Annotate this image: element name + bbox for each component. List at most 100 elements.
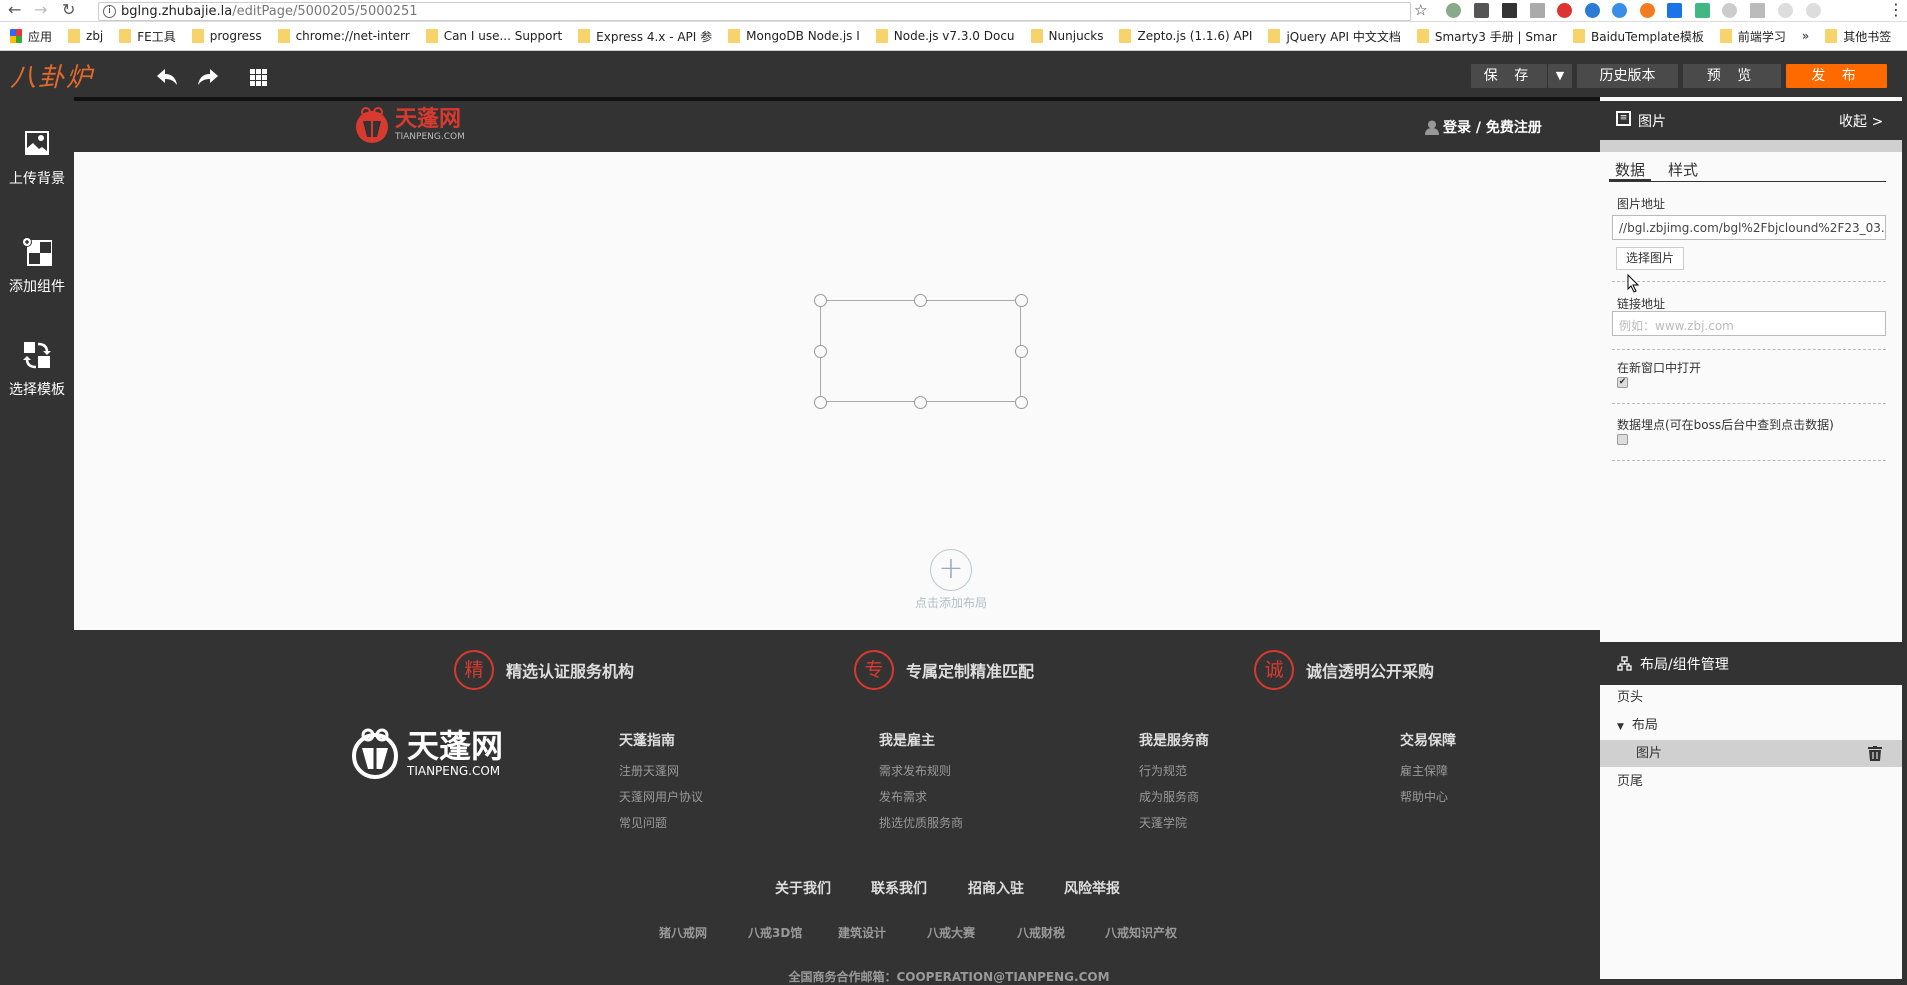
bookmark-item[interactable]: Can I use... Support xyxy=(425,29,562,43)
bookmark-item[interactable]: MongoDB Node.js I xyxy=(728,29,860,43)
tab-data[interactable]: 数据 xyxy=(1615,159,1645,180)
grid-icon[interactable] xyxy=(250,69,268,87)
extension-icon[interactable] xyxy=(1722,3,1737,18)
footer-link[interactable]: 行为规范 xyxy=(1139,762,1209,779)
redo-icon[interactable] xyxy=(197,68,219,86)
footer-link[interactable]: 常见问题 xyxy=(619,814,703,831)
resize-handle[interactable] xyxy=(914,396,927,409)
link-url-input[interactable]: 例如：www.zbj.com xyxy=(1612,311,1886,336)
partner-link[interactable]: 八戒3D馆 xyxy=(748,924,802,941)
extension-icon[interactable] xyxy=(1557,3,1572,18)
sidebar-item-choose-template[interactable]: 选择模板 xyxy=(0,341,74,399)
resize-handle[interactable] xyxy=(914,294,927,307)
reload-icon[interactable]: ↻ xyxy=(62,0,75,19)
login-register-link[interactable]: 登录 / 免费注册 xyxy=(1425,117,1542,137)
sidebar-item-add-component[interactable]: 添加组件 xyxy=(0,237,74,296)
collapse-button[interactable]: 收起 > xyxy=(1839,111,1883,131)
extension-icon[interactable] xyxy=(1750,3,1765,18)
tree-item-header[interactable]: 页头 xyxy=(1600,684,1902,711)
partner-link[interactable]: 八戒知识产权 xyxy=(1105,924,1177,941)
resize-handle[interactable] xyxy=(1015,396,1028,409)
image-url-input[interactable]: //bgl.zbjimg.com/bgl%2Fbjclound%2F23_03. xyxy=(1612,215,1886,240)
extension-icon[interactable] xyxy=(1446,3,1461,18)
forward-icon[interactable]: → xyxy=(34,0,47,19)
choose-image-button[interactable]: 选择图片 xyxy=(1616,247,1684,270)
footer-link[interactable]: 帮助中心 xyxy=(1400,788,1456,805)
bookmark-icon xyxy=(425,29,438,43)
partner-link[interactable]: 猪八戒网 xyxy=(659,924,707,941)
footer-link[interactable]: 发布需求 xyxy=(879,788,963,805)
footer-link[interactable]: 挑选优质服务商 xyxy=(879,814,963,831)
bookmark-item[interactable]: zbj xyxy=(68,29,103,43)
resize-handle[interactable] xyxy=(814,294,827,307)
extension-icon[interactable] xyxy=(1474,3,1489,18)
footer-main-link[interactable]: 招商入驻 xyxy=(968,878,1024,898)
extension-icon[interactable] xyxy=(1778,3,1793,18)
footer-main-link[interactable]: 风险举报 xyxy=(1064,878,1120,898)
site-logo[interactable]: 天蓬网 TIANPENG.COM xyxy=(353,106,465,144)
footer-link[interactable]: 天蓬网用户协议 xyxy=(619,788,703,805)
bookmark-item[interactable]: 前端学习 xyxy=(1719,28,1786,45)
new-window-checkbox[interactable]: ✔ xyxy=(1617,377,1628,388)
footer-link[interactable]: 雇主保障 xyxy=(1400,762,1456,779)
footer-link[interactable]: 注册天蓬网 xyxy=(619,762,703,779)
footer-link[interactable]: 需求发布规则 xyxy=(879,762,963,779)
extension-icon[interactable] xyxy=(1640,3,1655,18)
mail-icon[interactable] xyxy=(1530,3,1545,18)
extension-icon[interactable] xyxy=(1612,3,1627,18)
footer-link[interactable]: 成为服务商 xyxy=(1139,788,1209,805)
history-button[interactable]: 历史版本 xyxy=(1577,64,1678,88)
extension-icon[interactable] xyxy=(1667,3,1682,18)
star-icon[interactable]: ☆ xyxy=(1414,1,1427,19)
save-dropdown-button[interactable]: ▼ xyxy=(1548,64,1572,88)
publish-button[interactable]: 发 布 xyxy=(1786,64,1887,88)
extension-icon[interactable] xyxy=(1806,3,1821,18)
partner-link[interactable]: 八戒财税 xyxy=(1017,924,1065,941)
preview-button[interactable]: 预 览 xyxy=(1683,64,1781,88)
undo-icon[interactable] xyxy=(156,68,178,86)
app-logo: 八卦炉 xyxy=(10,63,95,93)
resize-handle[interactable] xyxy=(814,345,827,358)
page-canvas[interactable]: + 点击添加布局 xyxy=(74,152,1600,630)
menu-icon[interactable]: ⋮ xyxy=(1888,0,1904,19)
partner-link[interactable]: 建筑设计 xyxy=(838,924,886,941)
partner-link[interactable]: 八戒大赛 xyxy=(927,924,975,941)
bookmark-item[interactable]: » xyxy=(1802,29,1809,43)
divider xyxy=(1612,460,1886,461)
tab-style[interactable]: 样式 xyxy=(1668,159,1698,180)
url-input[interactable]: i bglng.zhubajie.la/editPage/5000205/5000… xyxy=(98,2,1411,21)
add-layout-button[interactable]: + xyxy=(930,549,972,591)
sidebar-item-upload-background[interactable]: 上传背景 xyxy=(0,130,74,188)
bookmark-item[interactable]: FE工具 xyxy=(119,28,176,45)
resize-handle[interactable] xyxy=(1015,345,1028,358)
bookmark-item[interactable]: BaiduTemplate模板 xyxy=(1573,28,1704,45)
bookmark-item[interactable]: Zepto.js (1.1.6) API xyxy=(1119,29,1252,43)
trash-icon[interactable] xyxy=(1868,746,1882,761)
bookmark-item[interactable]: progress xyxy=(191,29,262,43)
tree-item-footer[interactable]: 页尾 xyxy=(1600,768,1902,795)
resize-handle[interactable] xyxy=(814,396,827,409)
vue-icon[interactable] xyxy=(1695,3,1710,18)
bookmark-item[interactable]: 应用 xyxy=(10,28,52,45)
bookmark-item[interactable]: jQuery API 中文文档 xyxy=(1268,28,1401,45)
caret-down-icon[interactable]: ▼ xyxy=(1617,722,1624,732)
add-layout-label[interactable]: 点击添加布局 xyxy=(901,594,1001,611)
footer-main-link[interactable]: 关于我们 xyxy=(775,878,831,898)
bookmark-item[interactable]: Smarty3 手册 | Smar xyxy=(1416,28,1557,45)
bookmark-item[interactable]: Nunjucks xyxy=(1030,29,1103,43)
resize-handle[interactable] xyxy=(1015,294,1028,307)
back-icon[interactable]: ← xyxy=(8,0,21,19)
footer-link[interactable]: 天蓬学院 xyxy=(1139,814,1209,831)
bookmark-item[interactable]: 其他书签 xyxy=(1825,28,1891,45)
bookmark-item[interactable]: Express 4.x - API 参 xyxy=(578,28,712,45)
extension-icon[interactable] xyxy=(1585,3,1600,18)
selected-image-component[interactable] xyxy=(820,300,1021,402)
tracking-checkbox[interactable] xyxy=(1617,434,1628,445)
bookmark-item[interactable]: Node.js v7.3.0 Docu xyxy=(875,29,1015,43)
qr-icon[interactable] xyxy=(1502,3,1517,18)
save-button[interactable]: 保 存 xyxy=(1471,64,1547,88)
tree-item-image[interactable]: 图片 xyxy=(1600,740,1902,767)
tree-item-layout[interactable]: ▼ 布局 xyxy=(1600,712,1902,739)
footer-main-link[interactable]: 联系我们 xyxy=(871,878,927,898)
bookmark-item[interactable]: chrome://net-interr xyxy=(277,29,410,43)
